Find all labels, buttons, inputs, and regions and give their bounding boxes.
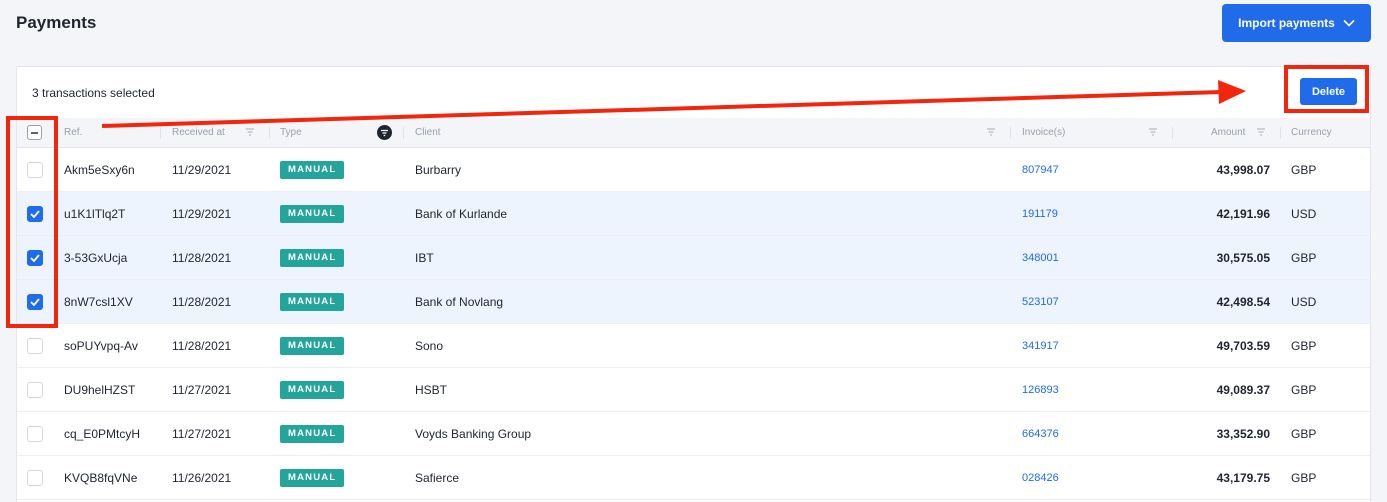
annotation-arrow [101, 80, 1246, 128]
